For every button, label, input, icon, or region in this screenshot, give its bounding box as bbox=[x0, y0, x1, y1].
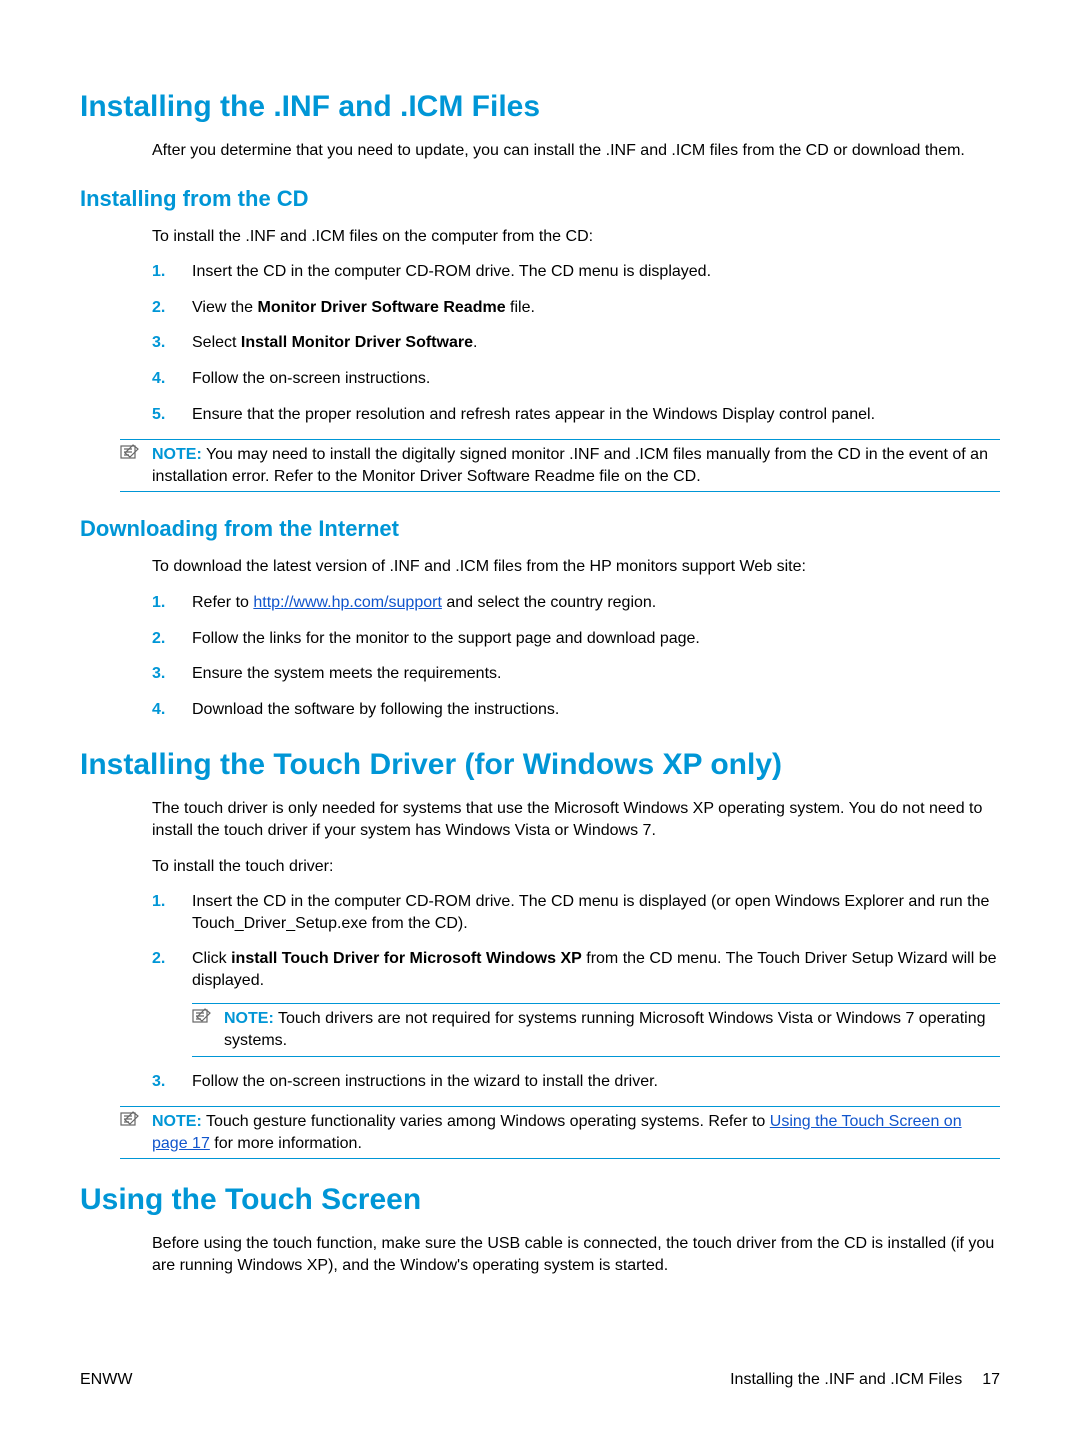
footer-left: ENWW bbox=[80, 1371, 132, 1389]
list-text: View the bbox=[192, 299, 258, 316]
list-item: 5. Ensure that the proper resolution and… bbox=[152, 404, 1000, 426]
list-text: and select the country region. bbox=[442, 594, 656, 611]
support-link[interactable]: http://www.hp.com/support bbox=[253, 594, 442, 611]
list-text: Follow the on-screen instructions. bbox=[192, 370, 430, 387]
note-text: for more information. bbox=[210, 1135, 362, 1152]
note-label: NOTE: bbox=[224, 1010, 274, 1027]
list-item: 3. Ensure the system meets the requireme… bbox=[152, 663, 1000, 685]
cd-intro: To install the .INF and .ICM files on th… bbox=[152, 226, 1000, 248]
note-icon bbox=[192, 1008, 212, 1024]
note-text: Touch drivers are not required for syste… bbox=[224, 1010, 986, 1049]
touch-p2: To install the touch driver: bbox=[152, 856, 1000, 878]
list-text: Refer to bbox=[192, 594, 253, 611]
note-block: NOTE: Touch gesture functionality varies… bbox=[120, 1106, 1000, 1159]
list-text: Follow the links for the monitor to the … bbox=[192, 630, 700, 647]
list-item: 2. Follow the links for the monitor to t… bbox=[152, 628, 1000, 650]
note-icon bbox=[120, 1111, 140, 1127]
list-number: 3. bbox=[152, 1071, 165, 1093]
list-number: 2. bbox=[152, 297, 165, 319]
touch-screen-p1: Before using the touch function, make su… bbox=[152, 1233, 1000, 1276]
list-item: 4. Follow the on-screen instructions. bbox=[152, 368, 1000, 390]
list-text: Click bbox=[192, 950, 231, 967]
list-number: 1. bbox=[152, 261, 165, 283]
note-label: NOTE: bbox=[152, 1113, 202, 1130]
note-block: NOTE: You may need to install the digita… bbox=[120, 439, 1000, 492]
note-block: NOTE: Touch drivers are not required for… bbox=[192, 1003, 1000, 1056]
list-number: 2. bbox=[152, 628, 165, 650]
list-item: 1. Insert the CD in the computer CD-ROM … bbox=[152, 891, 1000, 934]
heading-installing-from-cd: Installing from the CD bbox=[80, 186, 1000, 212]
list-text: Select bbox=[192, 334, 241, 351]
list-text: file. bbox=[506, 299, 535, 316]
list-text: . bbox=[473, 334, 477, 351]
footer-section-title: Installing the .INF and .ICM Files bbox=[730, 1371, 962, 1389]
footer-page-number: 17 bbox=[982, 1371, 1000, 1389]
list-text: Insert the CD in the computer CD-ROM dri… bbox=[192, 893, 989, 932]
page-footer: ENWW Installing the .INF and .ICM Files … bbox=[80, 1371, 1000, 1389]
list-text-bold: Install Monitor Driver Software bbox=[241, 334, 473, 351]
list-item: 4. Download the software by following th… bbox=[152, 699, 1000, 721]
list-number: 2. bbox=[152, 948, 165, 970]
list-text-bold: install Touch Driver for Microsoft Windo… bbox=[231, 950, 582, 967]
note-text: Touch gesture functionality varies among… bbox=[202, 1113, 770, 1130]
list-number: 1. bbox=[152, 891, 165, 913]
heading-using-touch-screen: Using the Touch Screen bbox=[80, 1183, 1000, 1217]
touch-p1: The touch driver is only needed for syst… bbox=[152, 798, 1000, 841]
heading-downloading-internet: Downloading from the Internet bbox=[80, 516, 1000, 542]
intro-paragraph: After you determine that you need to upd… bbox=[152, 140, 1000, 162]
list-item: 2. Click install Touch Driver for Micros… bbox=[152, 948, 1000, 1056]
list-number: 5. bbox=[152, 404, 165, 426]
note-icon bbox=[120, 444, 140, 460]
list-item: 1. Refer to http://www.hp.com/support an… bbox=[152, 592, 1000, 614]
list-number: 1. bbox=[152, 592, 165, 614]
list-item: 1. Insert the CD in the computer CD-ROM … bbox=[152, 261, 1000, 283]
list-item: 3. Follow the on-screen instructions in … bbox=[152, 1071, 1000, 1093]
list-number: 4. bbox=[152, 368, 165, 390]
download-intro: To download the latest version of .INF a… bbox=[152, 556, 1000, 578]
list-number: 3. bbox=[152, 663, 165, 685]
list-text: Download the software by following the i… bbox=[192, 701, 559, 718]
heading-installing-inf-icm: Installing the .INF and .ICM Files bbox=[80, 90, 1000, 124]
list-number: 4. bbox=[152, 699, 165, 721]
list-text: Ensure that the proper resolution and re… bbox=[192, 406, 875, 423]
note-text: You may need to install the digitally si… bbox=[152, 446, 988, 485]
list-number: 3. bbox=[152, 332, 165, 354]
list-text: Follow the on-screen instructions in the… bbox=[192, 1073, 658, 1090]
list-text: Ensure the system meets the requirements… bbox=[192, 665, 501, 682]
heading-installing-touch-driver: Installing the Touch Driver (for Windows… bbox=[80, 748, 1000, 782]
list-text: Insert the CD in the computer CD-ROM dri… bbox=[192, 263, 711, 280]
note-label: NOTE: bbox=[152, 446, 202, 463]
list-item: 3. Select Install Monitor Driver Softwar… bbox=[152, 332, 1000, 354]
list-item: 2. View the Monitor Driver Software Read… bbox=[152, 297, 1000, 319]
list-text-bold: Monitor Driver Software Readme bbox=[258, 299, 506, 316]
